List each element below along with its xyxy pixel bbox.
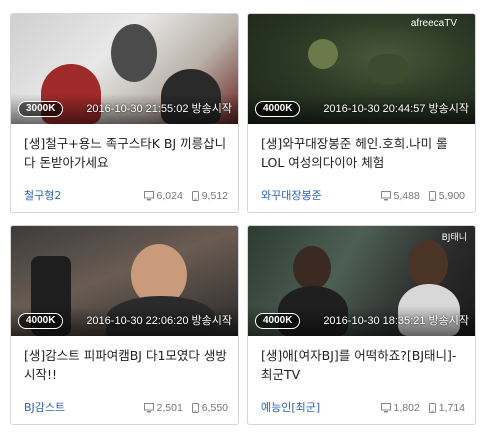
view-count: 6,024 [143,189,183,203]
thumbnail-watermark: BJ태니 [441,233,467,243]
broadcast-title[interactable]: [생]감스트 피파여캠BJ 다1모였다 생방시작!! [24,346,229,384]
monitor-icon [380,191,391,201]
viewer-count-badge: 4000K [18,313,64,329]
broadcast-thumbnail[interactable]: afreecaTV 4000K 2016-10-30 20:44:57 방송시작 [248,14,475,124]
monitor-icon [143,191,154,201]
broadcast-start-time: 2016-10-30 18:35:21 방송시작 [323,315,469,327]
phone-icon [191,403,199,413]
view-count-value: 1,802 [393,402,420,414]
broadcast-start-time: 2016-10-30 22:06:20 방송시작 [86,315,232,327]
view-count: 1,802 [380,401,420,415]
broadcast-meta: 예능인[최군] 1,802 1,714 [261,401,465,415]
broadcast-stats: 2,501 6,550 [138,401,228,415]
broadcast-card[interactable]: 4000K 2016-10-30 22:06:20 방송시작 [생]감스트 피파… [10,225,239,425]
broadcast-meta: 와꾸대장봉준 5,488 5,900 [261,189,465,203]
thumbnail-watermark: afreecaTV [410,18,457,29]
broadcast-card[interactable]: 3000K 2016-10-30 21:55:02 방송시작 [생]철구+용느 … [10,13,239,213]
phone-icon [191,191,199,201]
phone-icon [428,403,436,413]
monitor-icon [380,403,391,413]
broadcast-card[interactable]: BJ태니 4000K 2016-10-30 18:35:21 방송시작 [생]애… [247,225,476,425]
monitor-icon [143,403,154,413]
recommend-count-value: 1,714 [438,402,465,414]
broadcast-stats: 5,488 5,900 [375,189,465,203]
recommend-count-value: 5,900 [438,190,465,202]
viewer-count-badge: 3000K [18,101,64,117]
view-count: 2,501 [143,401,183,415]
broadcaster-name-link[interactable]: 예능인[최군] [261,401,320,415]
view-count: 5,488 [380,189,420,203]
recommend-count: 1,714 [428,401,465,415]
broadcast-stats: 1,802 1,714 [375,401,465,415]
broadcast-thumbnail[interactable]: BJ태니 4000K 2016-10-30 18:35:21 방송시작 [248,226,475,336]
broadcast-stats: 6,024 9,512 [138,189,228,203]
broadcaster-name-link[interactable]: 철구형2 [24,189,61,203]
viewer-count-badge: 4000K [255,101,301,117]
view-count-value: 2,501 [156,402,183,414]
broadcaster-name-link[interactable]: BJ감스트 [24,401,65,415]
broadcast-thumbnail[interactable]: 4000K 2016-10-30 22:06:20 방송시작 [11,226,238,336]
broadcast-card[interactable]: afreecaTV 4000K 2016-10-30 20:44:57 방송시작… [247,13,476,213]
broadcast-start-time: 2016-10-30 21:55:02 방송시작 [86,103,232,115]
broadcast-title[interactable]: [생]애[여자BJ]를 어떡하죠?[BJ태니]-최군TV [261,346,466,384]
phone-icon [428,191,436,201]
recommend-count-value: 9,512 [201,190,228,202]
recommend-count: 9,512 [191,189,228,203]
broadcaster-name-link[interactable]: 와꾸대장봉준 [261,189,322,203]
recommend-count: 5,900 [428,189,465,203]
broadcast-meta: BJ감스트 2,501 6,550 [24,401,228,415]
broadcast-title[interactable]: [생]와꾸대장봉준 헤인.호희.나미 롤 LOL 여성의다이아 체험 [261,134,466,172]
broadcast-grid: 3000K 2016-10-30 21:55:02 방송시작 [생]철구+용느 … [0,0,482,436]
viewer-count-badge: 4000K [255,313,301,329]
broadcast-title[interactable]: [생]철구+용느 족구스타K BJ 끼릉삽니다 돈받아가세요 [24,134,229,172]
view-count-value: 5,488 [393,190,420,202]
recommend-count-value: 6,550 [201,402,228,414]
broadcast-thumbnail[interactable]: 3000K 2016-10-30 21:55:02 방송시작 [11,14,238,124]
broadcast-start-time: 2016-10-30 20:44:57 방송시작 [323,103,469,115]
view-count-value: 6,024 [156,190,183,202]
broadcast-meta: 철구형2 6,024 9,512 [24,189,228,203]
recommend-count: 6,550 [191,401,228,415]
